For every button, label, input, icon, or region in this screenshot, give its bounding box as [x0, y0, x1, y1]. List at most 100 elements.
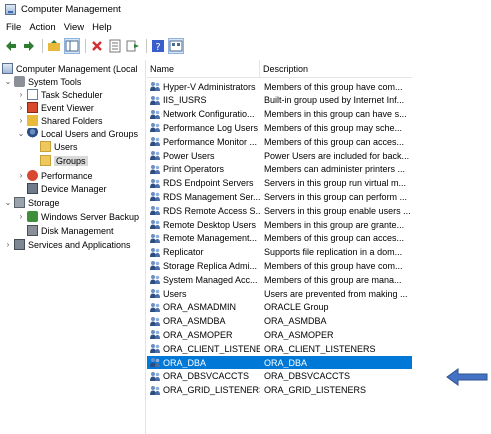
group-description: Servers in this group run virtual m...	[264, 178, 407, 189]
table-row[interactable]: Remote Desktop Users Members in this grou…	[147, 218, 412, 231]
group-name-cell: Hyper-V Administrators	[147, 81, 260, 92]
table-row[interactable]: Remote Management... Members of this grou…	[147, 232, 412, 245]
group-name: ORA_GRID_LISTENERS	[163, 385, 260, 396]
tree-item-performance[interactable]: › Performance	[17, 169, 93, 182]
table-row[interactable]: ORA_ASMDBA ORA_ASMDBA	[147, 315, 412, 328]
delete-icon[interactable]	[89, 38, 105, 54]
group-description: Members of this group may sche...	[264, 122, 403, 133]
table-row[interactable]: RDS Endpoint Servers Servers in this grou…	[147, 177, 412, 190]
group-name: Users	[163, 288, 187, 299]
group-description: ORA_DBSVCACCTS	[264, 371, 351, 382]
groups-list: Name Description Hyper-V Administrators M…	[147, 60, 412, 434]
system-tools-icon	[14, 76, 25, 87]
menu-file[interactable]: File	[0, 22, 25, 33]
group-description: Members in this group can have s...	[264, 109, 407, 120]
table-row[interactable]: Print Operators Members can administer pr…	[147, 163, 412, 176]
table-row[interactable]: RDS Management Ser... Servers in this gro…	[147, 190, 412, 203]
table-row[interactable]: System Managed Acc... Members of this gro…	[147, 273, 412, 286]
tree-item-storage[interactable]: ⌄ Storage	[4, 196, 60, 209]
back-arrow-icon[interactable]	[3, 38, 19, 54]
group-description: Supports file replication in a dom...	[264, 247, 403, 258]
table-row[interactable]: Storage Replica Admi... Members of this g…	[147, 259, 412, 272]
table-row[interactable]: Network Configuratio... Members in this g…	[147, 108, 412, 121]
console-tree: Computer Management (Local ⌄ System Tool…	[0, 60, 144, 434]
computer-management-icon	[5, 3, 16, 15]
table-row[interactable]: Performance Log Users Members of this gro…	[147, 121, 412, 134]
table-row[interactable]: Replicator Supports file replication in a…	[147, 246, 412, 259]
chevron-down-icon[interactable]: ⌄	[4, 77, 12, 86]
tree-item-services-applications[interactable]: › Services and Applications	[4, 238, 131, 251]
chevron-right-icon[interactable]: ›	[4, 240, 12, 249]
table-row[interactable]: ORA_ASMADMIN ORACLE Group	[147, 301, 412, 314]
group-icon	[150, 95, 160, 105]
chevron-down-icon[interactable]: ⌄	[4, 198, 12, 207]
chevron-right-icon[interactable]: ›	[17, 171, 25, 180]
table-row[interactable]: ORA_CLIENT_LISTENE... ORA_CLIENT_LISTENER…	[147, 342, 412, 355]
group-description: Members in this group are grante...	[264, 219, 405, 230]
chevron-right-icon[interactable]: ›	[17, 212, 25, 221]
menu-help[interactable]: Help	[88, 22, 116, 33]
table-row[interactable]: ORA_GRID_LISTENERS ORA_GRID_LISTENERS	[147, 384, 412, 397]
chevron-down-icon[interactable]: ⌄	[17, 129, 25, 138]
table-row[interactable]: ORA_DBSVCACCTS ORA_DBSVCACCTS	[147, 370, 412, 383]
group-icon	[150, 82, 160, 91]
forward-arrow-icon[interactable]	[21, 38, 37, 54]
tree-item-shared-folders[interactable]: › Shared Folders	[17, 114, 103, 127]
table-row[interactable]: Performance Monitor ... Members of this g…	[147, 135, 412, 148]
left-arrow-icon	[446, 368, 488, 386]
tree-item-task-scheduler[interactable]: › Task Scheduler	[17, 88, 103, 101]
table-row[interactable]: Power Users Power Users are included for …	[147, 149, 412, 162]
group-description: Servers in this group enable users ...	[264, 205, 411, 216]
table-row[interactable]: RDS Remote Access S... Servers in this gr…	[147, 204, 412, 217]
group-name: RDS Endpoint Servers	[163, 178, 254, 189]
toolbar-separator	[42, 39, 43, 53]
tree-item-local-users-groups[interactable]: ⌄ Local Users and Groups	[17, 127, 138, 140]
table-row[interactable]: Users Users are prevented from making ...	[147, 287, 412, 300]
group-name: Performance Log Users	[163, 122, 259, 133]
tree-item-device-manager[interactable]: Device Manager	[27, 182, 107, 195]
column-header-name[interactable]: Name	[147, 60, 260, 78]
up-folder-icon[interactable]	[46, 38, 62, 54]
table-row[interactable]: ORA_ASMOPER ORA_ASMOPER	[147, 328, 412, 341]
table-row[interactable]: IIS_IUSRS Built-in group used by Internet…	[147, 94, 412, 107]
tree-item-groups[interactable]: Groups	[40, 154, 88, 167]
group-description: Members of this group can acces...	[264, 233, 405, 244]
chevron-right-icon[interactable]: ›	[17, 90, 25, 99]
table-row[interactable]: ORA_DBA ORA_DBA	[147, 356, 412, 369]
computer-management-icon	[2, 63, 13, 74]
menu-action[interactable]: Action	[25, 22, 59, 33]
menu-view[interactable]: View	[60, 22, 88, 33]
group-name: RDS Remote Access S...	[163, 205, 260, 216]
chevron-right-icon[interactable]: ›	[17, 103, 25, 112]
tree-item-event-viewer[interactable]: › Event Viewer	[17, 101, 94, 114]
tree-item-windows-server-backup[interactable]: › Windows Server Backup	[17, 210, 139, 223]
tree-item-label: System Tools	[28, 76, 82, 87]
group-icon	[150, 123, 160, 133]
group-description: ORACLE Group	[264, 302, 329, 313]
group-name: Hyper-V Administrators	[163, 81, 256, 92]
tree-item-computer-management[interactable]: Computer Management (Local	[2, 62, 138, 75]
properties-icon[interactable]	[107, 38, 123, 54]
show-hide-tree-icon[interactable]	[64, 38, 80, 54]
table-row[interactable]: Hyper-V Administrators Members of this gr…	[147, 80, 412, 93]
group-name-cell: RDS Remote Access S...	[147, 205, 260, 216]
export-list-icon[interactable]	[125, 38, 141, 54]
group-description: Members of this group can acces...	[264, 136, 405, 147]
server-backup-icon	[27, 211, 38, 222]
column-header-description[interactable]: Description	[260, 60, 412, 78]
pane-splitter[interactable]	[145, 60, 146, 434]
tree-item-system-tools[interactable]: ⌄ System Tools	[4, 75, 81, 88]
group-icon	[150, 164, 160, 174]
svg-text:?: ?	[155, 42, 160, 53]
group-icon	[150, 220, 160, 229]
tree-item-disk-management[interactable]: Disk Management	[27, 224, 114, 237]
tree-item-users[interactable]: Users	[40, 140, 78, 153]
group-name-cell: Network Configuratio...	[147, 109, 260, 120]
toolbar-separator	[146, 39, 147, 53]
group-name: Remote Management...	[163, 233, 258, 244]
group-name-cell: ORA_DBA	[147, 357, 260, 368]
help-icon[interactable]: ?	[150, 38, 166, 54]
chevron-right-icon[interactable]: ›	[17, 116, 25, 125]
group-icon	[150, 178, 160, 188]
view-icon[interactable]	[168, 38, 184, 54]
